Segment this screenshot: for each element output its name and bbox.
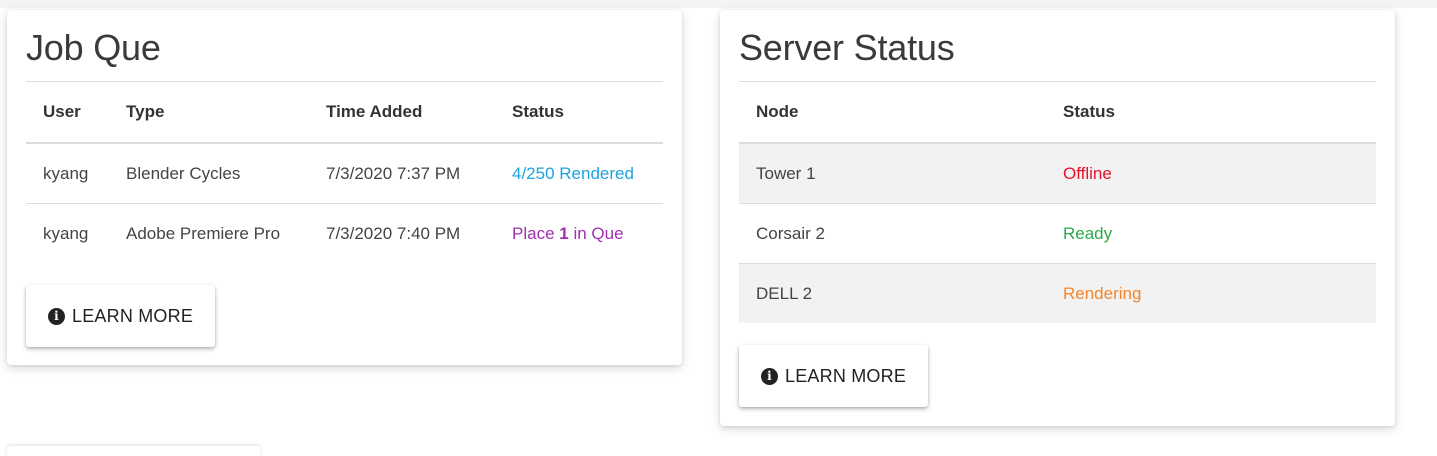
table-row[interactable]: kyang Adobe Premiere Pro 7/3/2020 7:40 P… bbox=[26, 204, 663, 264]
server-node: DELL 2 bbox=[739, 263, 1046, 323]
job-type: Adobe Premiere Pro bbox=[126, 223, 281, 243]
job-status-suffix: in Que bbox=[568, 223, 624, 243]
server-status-card: Server Status Node Status Tower 1 Offlin… bbox=[720, 10, 1395, 426]
column-header-time-added[interactable]: Time Added bbox=[309, 82, 495, 144]
job-que-title: Job Que bbox=[26, 10, 663, 82]
server-node: Corsair 2 bbox=[739, 203, 1046, 264]
column-header-status[interactable]: Status bbox=[495, 82, 663, 144]
info-circle-icon: i bbox=[48, 307, 65, 325]
column-header-status[interactable]: Status bbox=[1046, 82, 1376, 144]
column-header-type[interactable]: Type bbox=[109, 82, 309, 144]
server-status-value: Rendering bbox=[1046, 263, 1376, 323]
table-row[interactable]: DELL 2 Rendering bbox=[739, 263, 1376, 323]
job-time-added: 7/3/2020 7:40 PM bbox=[326, 223, 461, 243]
page-top-strip bbox=[0, 0, 1437, 8]
job-status: 4/250 Rendered bbox=[495, 143, 663, 204]
table-header-row: User Type Time Added Status bbox=[26, 82, 663, 144]
job-status: Place 1 in Que bbox=[495, 204, 663, 264]
job-queue-position: 1 bbox=[559, 223, 569, 243]
table-header-row: Node Status bbox=[739, 82, 1376, 144]
job-time-added: 7/3/2020 7:37 PM bbox=[309, 143, 495, 204]
column-header-user[interactable]: User bbox=[26, 82, 109, 144]
table-row[interactable]: Corsair 2 Ready bbox=[739, 203, 1376, 264]
job-type: Blender Cycles bbox=[109, 143, 309, 204]
server-node: Tower 1 bbox=[739, 143, 1046, 204]
server-status-title: Server Status bbox=[739, 10, 1376, 82]
next-card-edge bbox=[7, 446, 260, 456]
job-status-prefix: Place bbox=[512, 223, 560, 243]
table-row[interactable]: kyang Blender Cycles 7/3/2020 7:37 PM 4/… bbox=[26, 143, 663, 204]
learn-more-label: LEARN MORE bbox=[72, 305, 194, 326]
server-status-learn-more-button[interactable]: i LEARN MORE bbox=[739, 345, 929, 407]
learn-more-label: LEARN MORE bbox=[785, 365, 907, 386]
server-status-table: Node Status Tower 1 Offline Corsair 2 Re… bbox=[739, 82, 1376, 323]
job-que-table: User Type Time Added Status kyang Blende… bbox=[26, 82, 663, 263]
server-status-value: Ready bbox=[1046, 203, 1376, 264]
job-user: kyang bbox=[43, 223, 89, 243]
info-circle-icon: i bbox=[761, 367, 778, 385]
job-que-learn-more-button[interactable]: i LEARN MORE bbox=[26, 285, 216, 347]
job-que-card: Job Que User Type Time Added Status kyan… bbox=[7, 10, 682, 365]
server-status-value: Offline bbox=[1046, 143, 1376, 204]
table-row[interactable]: Tower 1 Offline bbox=[739, 143, 1376, 204]
job-user: kyang bbox=[26, 143, 109, 204]
column-header-node[interactable]: Node bbox=[739, 82, 1046, 144]
